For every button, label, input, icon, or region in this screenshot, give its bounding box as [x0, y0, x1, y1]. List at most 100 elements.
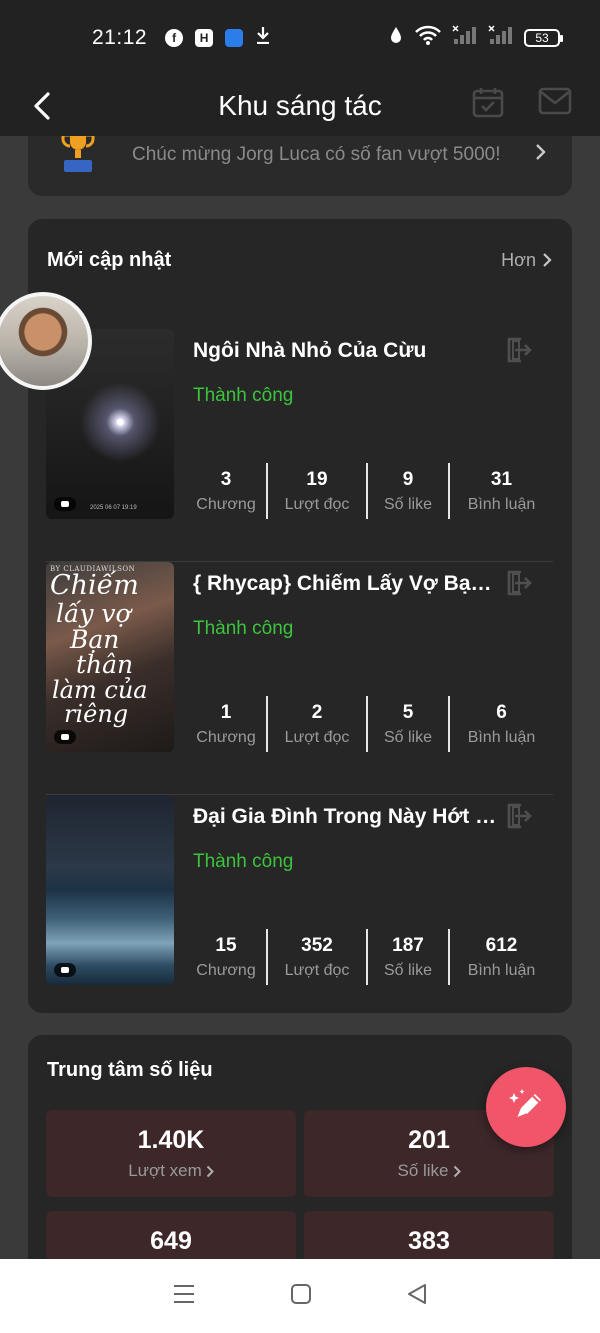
book-cover[interactable]: BY CLAUDIAWILSON Chiếm lấy vợ Bạn thân l…	[46, 562, 174, 752]
stat-chapters: 3 Chương	[186, 463, 266, 519]
stat-likes: 9 Số like	[366, 463, 448, 519]
book-item[interactable]: BY CLAUDIAWILSON Chiếm lấy vợ Bạn thân l…	[46, 562, 553, 795]
tile-value: 201	[408, 1126, 450, 1154]
stat-label: Lượt đọc	[284, 496, 350, 513]
export-icon[interactable]	[503, 801, 533, 836]
stat-likes: 187 Số like	[366, 929, 448, 985]
comment-badge-icon	[54, 963, 76, 977]
book-stats: 3 Chương 19 Lượt đọc 9 Số like 31 Bình luận	[186, 463, 553, 519]
stat-value: 9	[402, 469, 414, 490]
status-right: 53	[388, 25, 563, 51]
tile-label-text: Lượt xem	[128, 1161, 202, 1180]
tile-label-text: Số like	[397, 1161, 449, 1180]
status-time: 21:12	[92, 26, 148, 49]
wifi-icon	[414, 25, 442, 51]
stat-chapters: 15 Chương	[186, 929, 266, 985]
stat-value: 15	[215, 935, 237, 956]
stat-value: 2	[311, 702, 323, 723]
hashnode-icon: H	[195, 29, 214, 47]
stat-value: 1	[220, 702, 232, 723]
app-header-overlay: Khu sáng tác	[0, 76, 600, 136]
stat-label: Lượt đọc	[284, 962, 350, 979]
book-stats: 15 Chương 352 Lượt đọc 187 Số like 612 Bình …	[186, 929, 553, 985]
write-fab-button[interactable]	[486, 1067, 566, 1147]
stat-reads: 352 Lượt đọc	[266, 929, 366, 985]
book-stats: 1 Chương 2 Lượt đọc 5 Số like 6 Bình luận	[186, 696, 553, 752]
tile-value: 649	[150, 1227, 192, 1255]
trophy-icon	[58, 130, 98, 179]
signal-1-icon	[452, 25, 478, 51]
chevron-right-icon	[543, 253, 552, 267]
cover-line: riêng	[64, 700, 129, 728]
tile-label: Lượt xem	[128, 1161, 214, 1181]
book-item[interactable]: Đại Gia Đình Trong Này Hớt Hải Thành côn…	[46, 795, 553, 1028]
stat-value: 6	[496, 702, 507, 723]
stat-label: Chương	[196, 729, 256, 746]
chevron-right-icon	[453, 1165, 461, 1177]
stat-label: Chương	[196, 496, 256, 513]
stat-value: 612	[485, 935, 518, 956]
stat-label: Số like	[383, 962, 433, 979]
signal-2-icon	[488, 25, 514, 51]
stat-value: 3	[220, 469, 232, 490]
stat-label: Số like	[383, 496, 433, 513]
stat-label: Chương	[196, 962, 256, 979]
stat-value: 352	[301, 935, 333, 956]
recent-updates-card: Mới cập nhật Hơn 2025 06 07 19:19 Ngôi N…	[28, 219, 572, 1028]
book-title[interactable]: Đại Gia Đình Trong Này Hớt Hải	[193, 805, 503, 829]
blue-app-icon	[225, 29, 244, 47]
recent-updates-header: Mới cập nhật Hơn	[28, 219, 572, 301]
tile-views[interactable]: 1.40K Lượt xem	[46, 1110, 296, 1197]
stat-value: 5	[402, 702, 414, 723]
stat-comments: 6 Bình luận	[448, 696, 553, 752]
book-title[interactable]: Ngôi Nhà Nhỏ Của Cừu	[193, 339, 503, 363]
back-button[interactable]	[24, 88, 60, 124]
more-link[interactable]: Hơn	[501, 250, 552, 271]
stat-label: Bình luận	[467, 496, 536, 513]
comment-badge-icon	[54, 497, 76, 511]
stat-label: Lượt đọc	[284, 729, 350, 746]
cover-line: Chiếm	[50, 570, 139, 601]
battery-indicator: 53	[524, 29, 563, 47]
header-actions	[472, 86, 572, 123]
chevron-right-icon	[534, 143, 546, 166]
more-label: Hơn	[501, 249, 536, 270]
mail-icon[interactable]	[538, 86, 572, 123]
book-item[interactable]: 2025 06 07 19:19 Ngôi Nhà Nhỏ Của Cừu Th…	[46, 329, 553, 562]
stat-comments: 31 Bình luận	[448, 463, 553, 519]
tile-value: 1.40K	[137, 1126, 205, 1154]
cover-line: lấy vợ	[56, 599, 131, 628]
stat-value: 31	[490, 469, 513, 490]
system-nav-bar	[0, 1259, 600, 1333]
menu-icon[interactable]	[172, 1283, 196, 1310]
stat-likes: 5 Số like	[366, 696, 448, 752]
stat-value: 19	[306, 469, 328, 490]
cover-line: thân	[76, 650, 134, 679]
book-cover[interactable]	[46, 795, 174, 985]
status-app-icons: f H	[165, 26, 271, 50]
cover-caption: 2025 06 07 19:19	[90, 505, 137, 511]
data-center-card: Trung tâm số liệu 1.40K Lượt xem 201 Số …	[28, 1035, 572, 1298]
page-title: Khu sáng tác	[218, 90, 382, 121]
publish-status: Thành công	[193, 385, 294, 406]
export-icon[interactable]	[503, 568, 533, 603]
stat-label: Bình luận	[467, 962, 536, 979]
chevron-left-icon	[34, 92, 50, 120]
publish-status: Thành công	[193, 618, 294, 639]
tile-label: Số like	[397, 1161, 461, 1181]
back-triangle-icon[interactable]	[406, 1282, 428, 1311]
calendar-check-icon[interactable]	[472, 86, 504, 123]
section-title: Trung tâm số liệu	[47, 1058, 213, 1081]
publish-status: Thành công	[193, 851, 294, 872]
book-title[interactable]: { Rhycap} Chiếm Lấy Vợ Bạn Thân Làm Của …	[193, 572, 503, 596]
status-bar: 21:12 f H 53	[0, 0, 600, 76]
home-square-icon[interactable]	[290, 1283, 312, 1310]
tile-value: 383	[408, 1227, 450, 1255]
chevron-right-icon	[206, 1165, 214, 1177]
data-saver-icon	[388, 25, 404, 51]
stat-reads: 2 Lượt đọc	[266, 696, 366, 752]
stat-label: Bình luận	[467, 729, 536, 746]
export-icon[interactable]	[503, 335, 533, 370]
pencil-sparkle-icon	[509, 1089, 541, 1119]
stat-chapters: 1 Chương	[186, 696, 266, 752]
